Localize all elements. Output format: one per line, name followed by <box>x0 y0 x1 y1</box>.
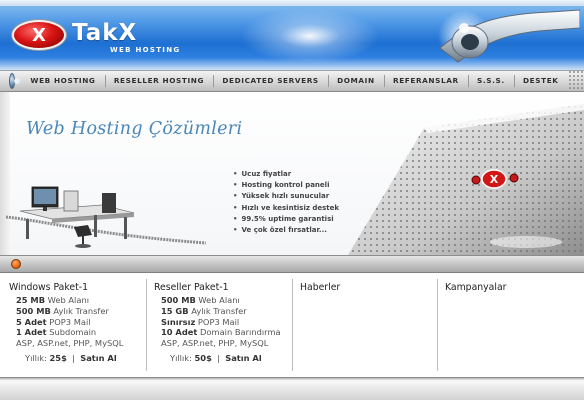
feature-amount: Sınırsız <box>161 316 196 327</box>
main-nav: WEB HOSTING RESELLER HOSTING DEDICATED S… <box>0 70 584 92</box>
nav-sss[interactable]: S.S.S. <box>468 70 514 92</box>
feature-text: Aylık Transfer <box>50 305 109 316</box>
feature-amount: 1 Adet <box>16 327 47 338</box>
package-feature: 15 GB Aylık Transfer <box>154 306 290 317</box>
feature-text: Web Alanı <box>45 295 90 305</box>
reseller-package-title[interactable]: Reseller Paket-1 <box>154 282 290 293</box>
package-feature: 25 MB Web Alanı <box>9 295 145 306</box>
nav-domain[interactable]: DOMAIN <box>328 70 384 92</box>
buy-button[interactable]: Satın Al <box>225 353 261 363</box>
package-feature: 10 Adet Domain Barındırma <box>154 327 290 338</box>
package-price-row: Yıllık: 25$ | Satın Al <box>9 353 145 363</box>
package-feature: 1 Adet Subdomain <box>9 327 145 338</box>
price-value: 50$ <box>194 352 212 363</box>
feature-text: Aylık Transfer <box>188 305 247 316</box>
feature-text: Domain Barındırma <box>197 327 281 338</box>
feature-amount: 5 Adet <box>16 316 47 327</box>
site-footer <box>0 377 584 400</box>
column-divider <box>437 279 438 371</box>
nav-reseller-hosting[interactable]: RESELLER HOSTING <box>105 70 213 92</box>
logo-tagline: WEB HOSTING <box>110 46 181 54</box>
package-price-row: Yıllık: 50$ | Satın Al <box>154 353 290 363</box>
package-feature: ASP, ASP.net, PHP, MySQL <box>9 338 145 349</box>
campaigns-panel: Kampanyalar <box>445 273 581 377</box>
orange-bullet-icon <box>11 259 21 269</box>
price-separator: | <box>217 352 220 363</box>
package-feature: 500 MB Web Alanı <box>154 295 290 306</box>
package-feature: 5 Adet POP3 Mail <box>9 317 145 328</box>
feature-item: Hızlı ve kesintisiz destek <box>233 203 339 214</box>
feature-item: 99.5% uptime garantisi <box>233 214 339 225</box>
package-feature: ASP, ASP.net, PHP, MySQL <box>154 338 290 349</box>
nav-destek[interactable]: DESTEK <box>514 70 568 92</box>
feature-amount: 15 GB <box>161 305 189 316</box>
cable-connector-image <box>438 9 580 63</box>
feature-item: Ve çok özel fırsatlar... <box>233 225 339 236</box>
feature-text: Web Alanı <box>195 295 240 305</box>
feature-text: POP3 Mail <box>195 316 240 327</box>
plate-logo-mark: X <box>490 173 499 186</box>
price-separator: | <box>72 352 75 363</box>
feature-amount: 10 Adet <box>161 327 198 338</box>
column-divider <box>292 279 293 371</box>
feature-item: Hosting kontrol paneli <box>233 180 339 191</box>
footer-shadow <box>0 378 584 381</box>
hero-banner: Web Hosting Çözümleri Ucuz fiyatlar Host… <box>0 92 584 255</box>
buy-button[interactable]: Satın Al <box>80 353 116 363</box>
price-value: 25$ <box>49 352 67 363</box>
price-label: Yıllık: <box>25 352 47 363</box>
nav-referanslar[interactable]: REFERANSLAR <box>384 70 468 92</box>
feature-amount: 500 MB <box>16 305 51 316</box>
column-divider <box>146 279 147 371</box>
package-feature: Sınırsız POP3 Mail <box>154 317 290 328</box>
news-panel: Haberler <box>300 273 436 377</box>
feature-text: Subdomain <box>46 327 97 338</box>
feature-amount: 500 MB <box>161 295 196 305</box>
windows-package-panel: Windows Paket-1 25 MB Web Alanı 500 MB A… <box>9 273 145 377</box>
price-label: Yıllık: <box>170 352 192 363</box>
feature-list: Ucuz fiyatlar Hosting kontrol paneli Yük… <box>233 169 339 236</box>
header-light-flare <box>240 8 380 64</box>
package-feature: 500 MB Aylık Transfer <box>9 306 145 317</box>
feature-amount: 25 MB <box>16 295 46 305</box>
logo-badge[interactable]: X <box>12 20 66 50</box>
section-divider-bar <box>0 255 584 273</box>
computer-desk-illustration <box>6 186 206 248</box>
nav-dot-pattern <box>567 70 584 92</box>
perforated-plate-image: X <box>348 104 584 255</box>
content-area: Windows Paket-1 25 MB Web Alanı 500 MB A… <box>0 273 584 377</box>
campaigns-title: Kampanyalar <box>445 282 507 293</box>
feature-item: Ucuz fiyatlar <box>233 169 339 180</box>
nav-dedicated-servers[interactable]: DEDICATED SERVERS <box>213 70 327 92</box>
feature-text: ASP, ASP.net, PHP, MySQL <box>16 338 124 349</box>
site-header: X TakX WEB HOSTING <box>0 0 584 70</box>
globe-icon <box>9 73 21 89</box>
feature-item: Yüksek hızlı sunucular <box>233 191 339 202</box>
feature-text: ASP, ASP.net, PHP, MySQL <box>161 338 269 349</box>
windows-package-title[interactable]: Windows Paket-1 <box>9 282 145 293</box>
news-title: Haberler <box>300 282 341 293</box>
logo-wordmark[interactable]: TakX <box>72 20 137 46</box>
feature-text: POP3 Mail <box>46 316 91 327</box>
reseller-package-panel: Reseller Paket-1 500 MB Web Alanı 15 GB … <box>154 273 290 377</box>
nav-web-hosting[interactable]: WEB HOSTING <box>21 70 104 92</box>
banner-title: Web Hosting Çözümleri <box>26 119 243 139</box>
